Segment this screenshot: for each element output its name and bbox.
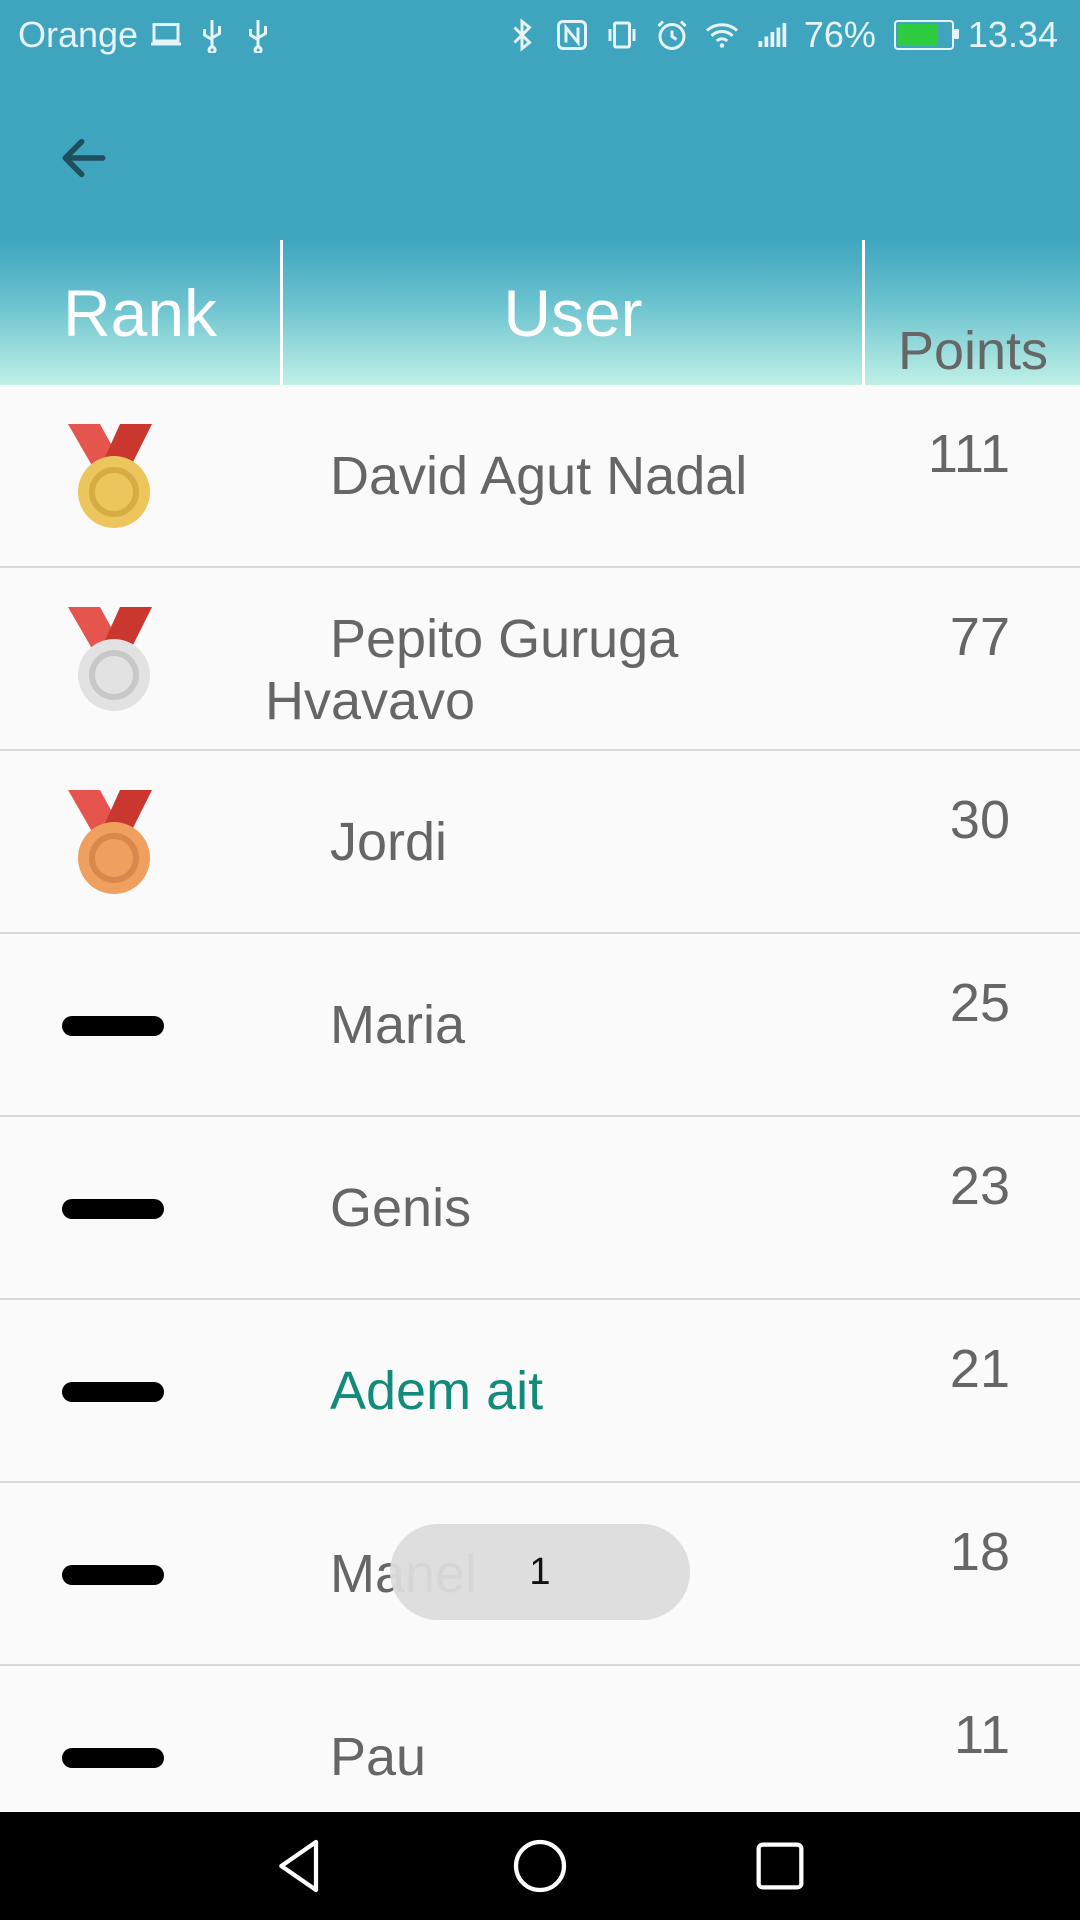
back-triangle-icon[interactable] <box>268 1834 332 1898</box>
rank-header[interactable]: Rank <box>0 240 280 385</box>
bluetooth-icon <box>513 18 532 52</box>
table-row[interactable]: David Agut Nadal 111 <box>0 385 1080 568</box>
leaderboard-screen: Orange 76% 13.34 Rank User Points David … <box>0 0 1080 1920</box>
app-header: Orange 76% 13.34 <box>0 0 1080 240</box>
silver-medal-icon <box>68 607 152 711</box>
user-points: 11 <box>953 1705 1010 1765</box>
current-user-name: Adem ait <box>330 1361 544 1421</box>
usb-icon <box>249 20 268 53</box>
dash-icon <box>62 1382 164 1402</box>
signal-icon <box>758 23 787 47</box>
user-header[interactable]: User <box>283 240 863 385</box>
laptop-icon <box>151 23 182 46</box>
bronze-medal-icon <box>68 790 152 894</box>
back-button[interactable] <box>48 122 120 194</box>
navigation-bar <box>0 1812 1080 1920</box>
table-row[interactable]: Maria 25 <box>0 934 1080 1117</box>
user-name: Pau <box>330 1727 427 1787</box>
user-points: 21 <box>949 1339 1010 1399</box>
user-points: 23 <box>949 1156 1010 1216</box>
recents-square-icon[interactable] <box>748 1834 812 1898</box>
table-header: Rank User Points <box>0 240 1080 385</box>
user-points: 77 <box>949 607 1010 667</box>
table-row[interactable]: Jordi 30 <box>0 751 1080 934</box>
user-points: 18 <box>949 1522 1010 1582</box>
user-name: Maria <box>330 995 466 1055</box>
wifi-icon <box>705 23 738 48</box>
vibrate-icon <box>608 21 636 49</box>
status-bar: Orange 76% 13.34 <box>0 0 1080 74</box>
user-name: Pepito Guruga Hvavavo <box>265 609 679 731</box>
arrow-left-icon <box>62 138 106 178</box>
gold-medal-icon <box>68 424 152 528</box>
leaderboard-list: David Agut Nadal 111 Pepito Guruga Hvava… <box>0 385 1080 1849</box>
home-circle-icon[interactable] <box>508 1834 572 1898</box>
user-name: Genis <box>330 1178 472 1238</box>
dash-icon <box>62 1748 164 1768</box>
table-row[interactable]: Pepito Guruga Hvavavo 77 <box>0 568 1080 751</box>
alarm-icon <box>657 20 687 50</box>
dash-icon <box>62 1199 164 1219</box>
user-points: 25 <box>949 973 1010 1033</box>
dash-icon <box>62 1565 164 1585</box>
battery-percent: 76% <box>803 14 876 55</box>
user-points: 30 <box>949 790 1010 850</box>
dash-icon <box>62 1016 164 1036</box>
table-row[interactable]: Genis 23 <box>0 1117 1080 1300</box>
page-indicator: 1 <box>390 1524 690 1620</box>
header-divider <box>862 240 865 385</box>
nfc-icon <box>556 20 587 50</box>
usb-icon <box>203 20 222 53</box>
clock: 13.34 <box>967 14 1058 55</box>
user-name: Jordi <box>330 812 448 872</box>
table-row[interactable]: Adem ait 21 <box>0 1300 1080 1483</box>
user-points: 111 <box>927 424 1010 484</box>
carrier-label: Orange <box>18 14 139 55</box>
user-name: David Agut Nadal <box>330 446 748 506</box>
battery-icon <box>893 20 959 50</box>
